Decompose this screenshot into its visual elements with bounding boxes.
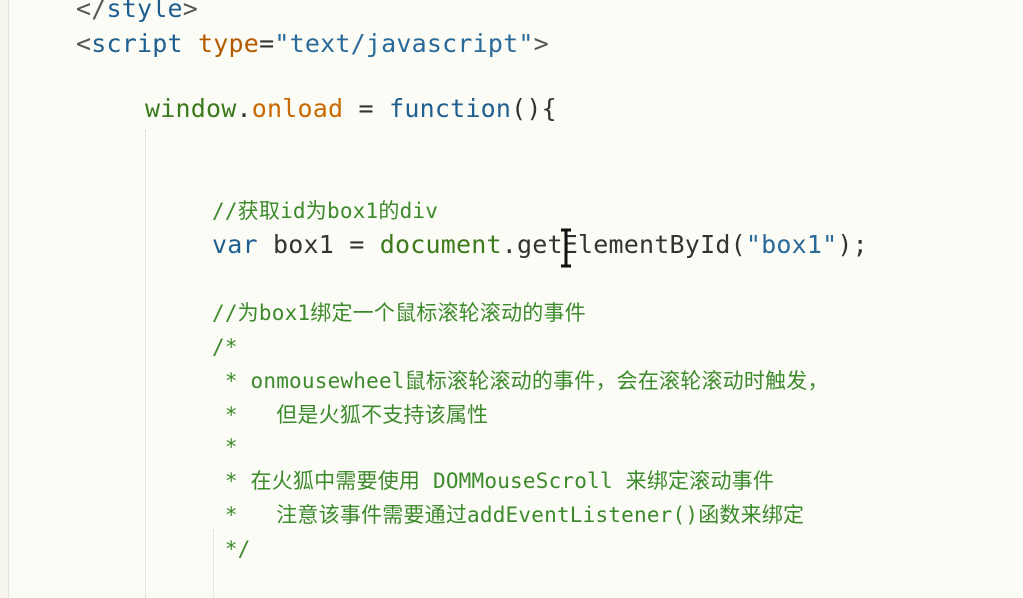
code-line[interactable]: var box1 = document.getElementById("box1…: [212, 228, 868, 262]
code-line[interactable]: * 注意该事件需要通过addEventListener()函数来绑定: [212, 498, 804, 532]
code-token: 为: [305, 199, 327, 223]
indent-guide: [145, 130, 146, 598]
code-token: style: [106, 0, 183, 23]
code-token: >: [533, 29, 549, 58]
code-token: 来绑定滚动事件: [612, 469, 775, 493]
code-token: );: [837, 230, 868, 259]
code-line[interactable]: <script type="text/javascript">: [76, 27, 549, 61]
code-line[interactable]: * 在火狐中需要使用 DOMMouseScroll 来绑定滚动事件: [212, 464, 774, 498]
code-token: =: [259, 29, 275, 58]
code-token: onload: [251, 94, 344, 123]
code-line[interactable]: *: [212, 430, 238, 464]
code-token: 函数来绑定: [698, 503, 805, 527]
code-token: "text/javascript": [274, 29, 534, 58]
code-editor[interactable]: </style> <script type="text/javascript">…: [0, 0, 1023, 598]
editor-gutter: [0, 0, 9, 598]
code-token: * 注意该事件需要通过: [212, 503, 468, 527]
code-line[interactable]: /*: [212, 330, 238, 364]
code-token: box1: [326, 199, 379, 223]
code-token: onmousewheel: [250, 369, 405, 393]
text-cursor-icon: [561, 228, 571, 268]
code-token: document: [379, 230, 502, 259]
code-token: //为: [212, 301, 259, 325]
code-token: box1: [258, 301, 311, 325]
code-token: */: [212, 537, 251, 561]
code-token: =: [343, 94, 390, 123]
code-token: script: [91, 29, 183, 58]
code-token: <: [76, 29, 92, 58]
code-line[interactable]: //为box1绑定一个鼠标滚轮滚动的事件: [212, 296, 586, 330]
code-token: window: [145, 94, 237, 123]
code-line[interactable]: //获取id为box1的div: [212, 194, 438, 228]
code-token: addEventListener(): [467, 503, 699, 527]
code-token: 鼠标滚轮滚动的事件，会在滚轮滚动时触发，: [404, 369, 829, 393]
code-token: 的: [378, 199, 400, 223]
code-token: box1 =: [257, 230, 380, 259]
code-token: * 但是火狐不支持该属性: [212, 403, 489, 427]
code-token: type: [198, 29, 260, 58]
code-token: 绑定一个鼠标滚轮滚动的事件: [310, 301, 586, 325]
code-token: .getElementById(: [501, 230, 746, 259]
code-line[interactable]: </style>: [76, 0, 198, 26]
code-token: id: [280, 199, 306, 223]
code-token: div: [399, 199, 439, 223]
code-token: .: [236, 94, 252, 123]
code-token: var: [212, 230, 258, 259]
code-token: /*: [212, 335, 238, 359]
code-token: (){: [511, 94, 557, 123]
code-token: * 在火狐中需要使用: [212, 469, 433, 493]
code-token: //获取: [212, 199, 281, 223]
code-token: *: [212, 369, 251, 393]
code-line[interactable]: * 但是火狐不支持该属性: [212, 398, 488, 432]
code-token: *: [212, 435, 238, 459]
code-line[interactable]: * onmousewheel鼠标滚轮滚动的事件，会在滚轮滚动时触发，: [212, 364, 829, 398]
code-line[interactable]: window.onload = function(){: [145, 92, 557, 126]
code-token: function: [389, 94, 512, 123]
code-token: </: [76, 0, 107, 23]
code-token: "box1": [745, 230, 838, 259]
code-token: >: [182, 0, 199, 23]
code-line[interactable]: */: [212, 532, 251, 566]
code-token: DOMMouseScroll: [432, 469, 613, 493]
